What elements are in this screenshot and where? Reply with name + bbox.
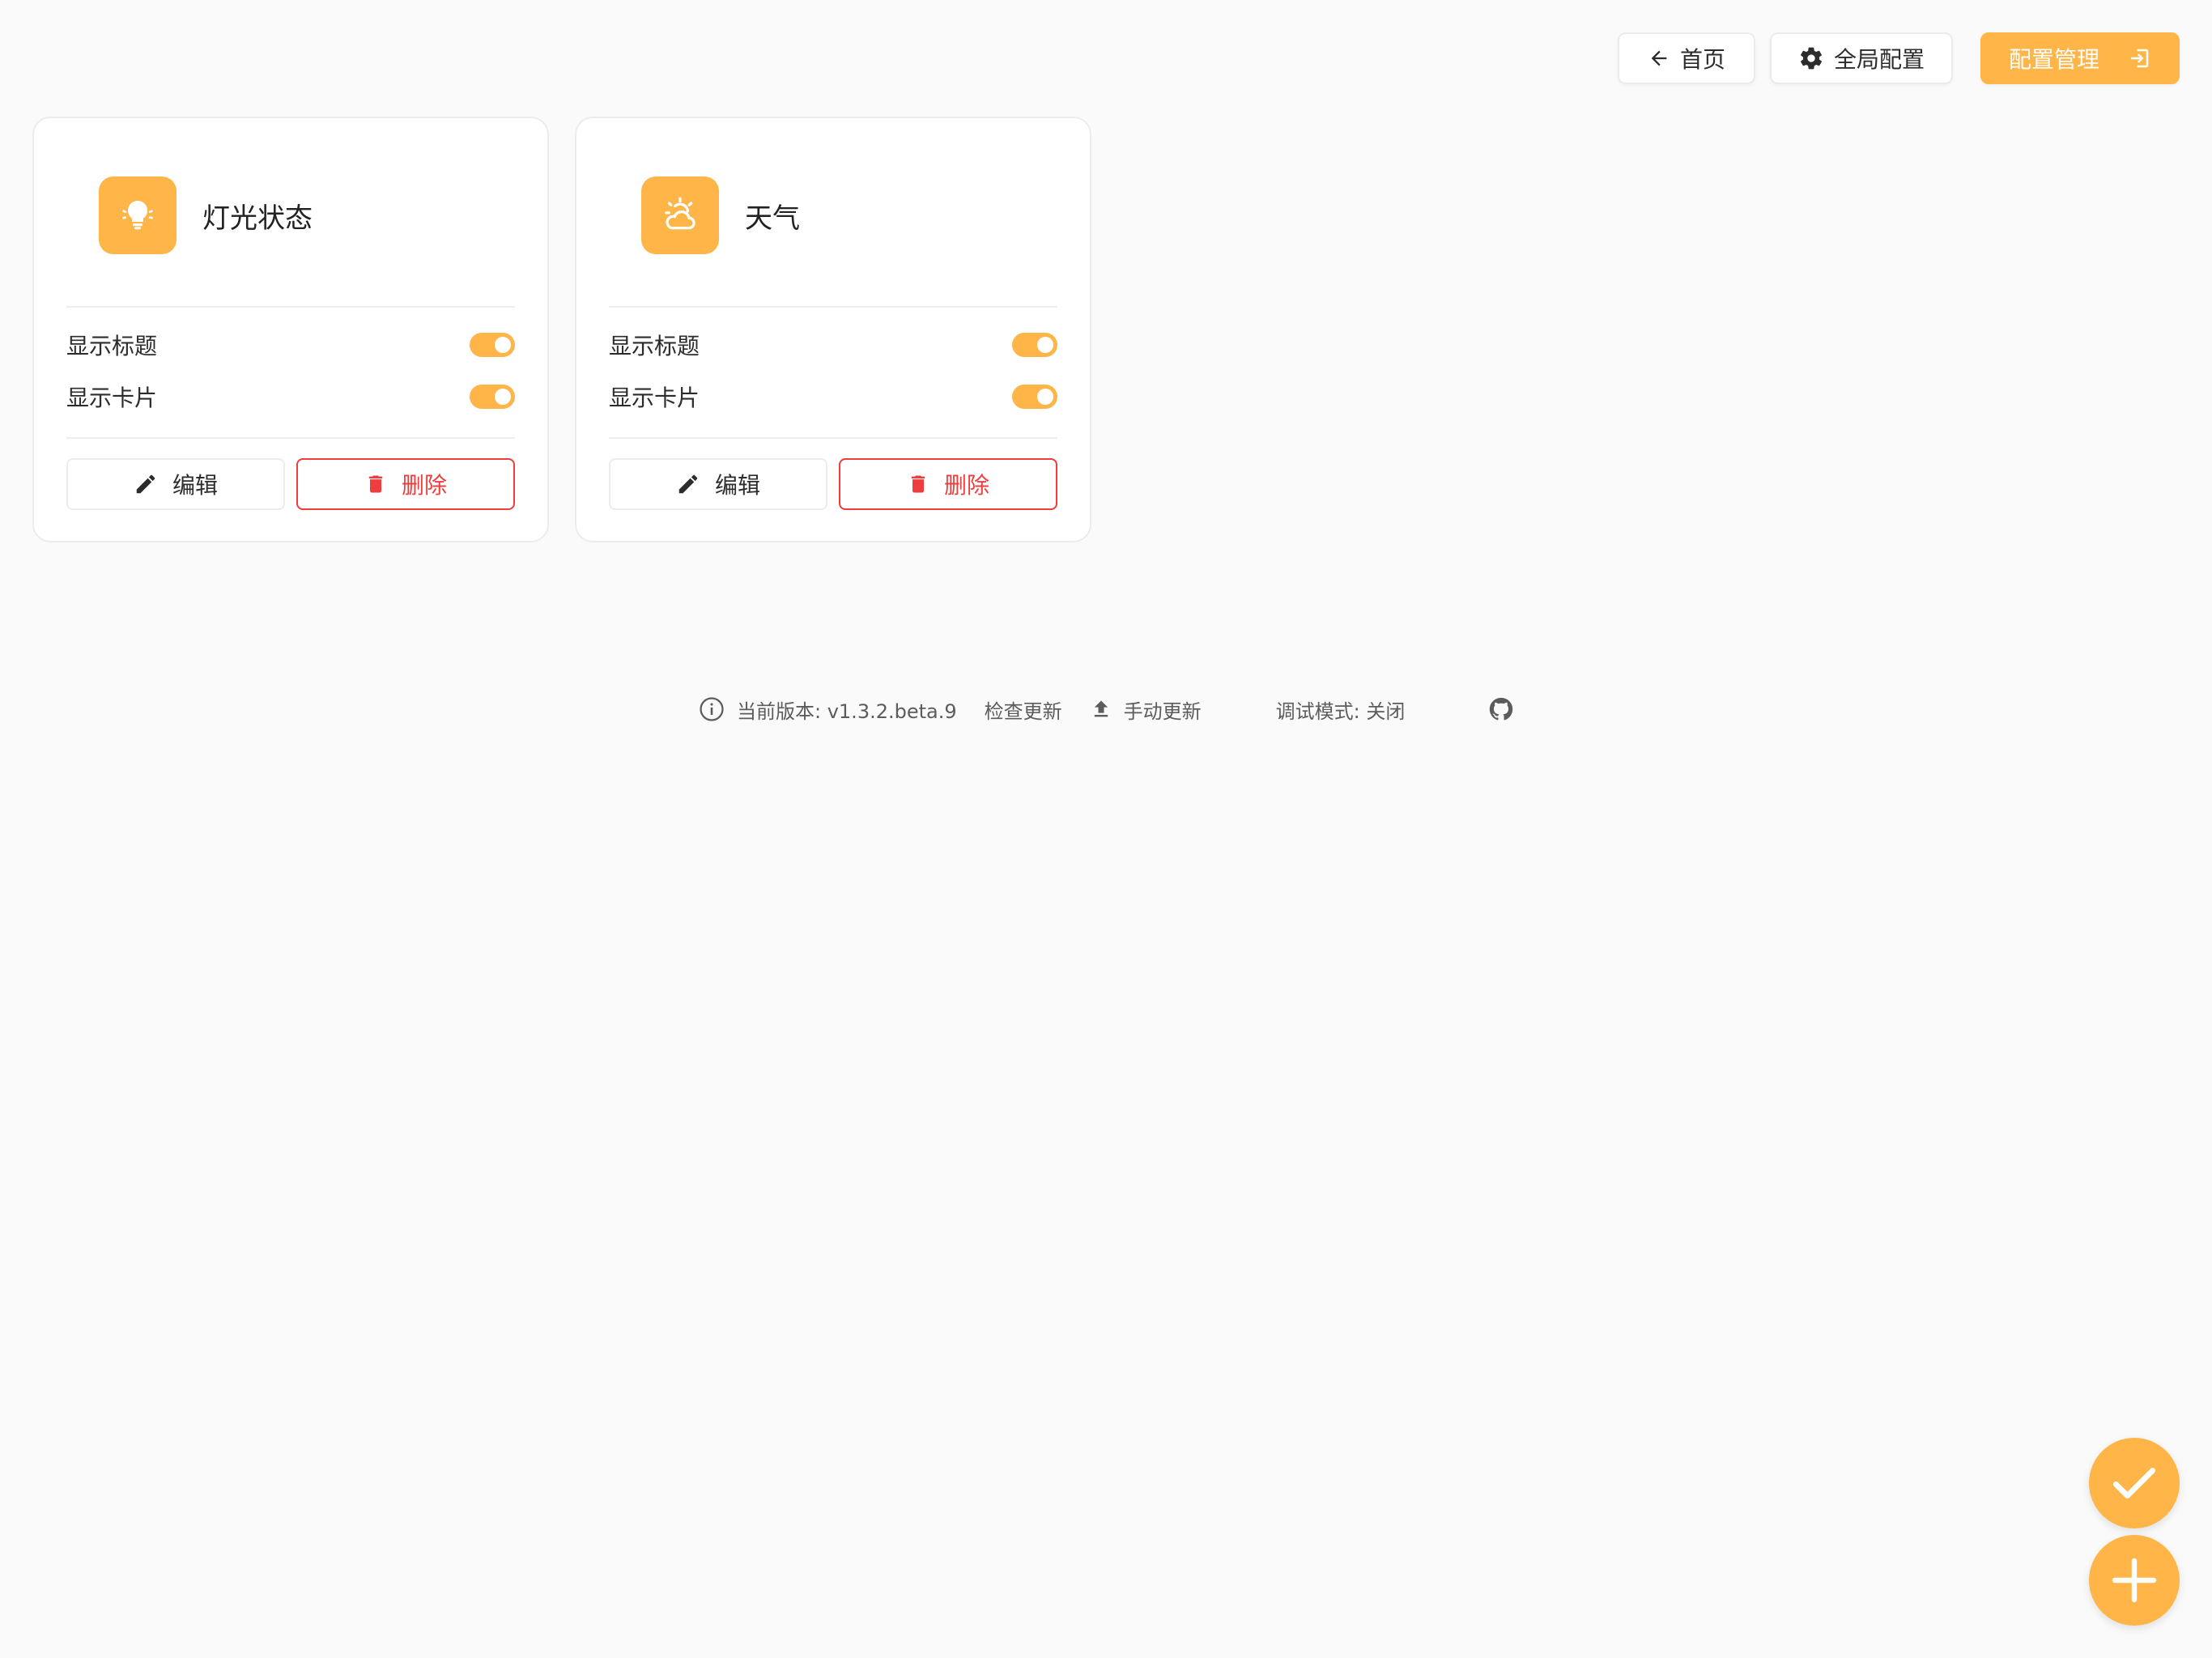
global-config-button-label: 全局配置 bbox=[1833, 46, 1925, 73]
delete-button[interactable]: 删除 bbox=[296, 458, 515, 510]
setting-row-show-card: 显示卡片 bbox=[609, 377, 1057, 416]
divider bbox=[609, 437, 1057, 439]
save-fab[interactable] bbox=[2089, 1438, 2180, 1528]
card-weather: 天气 显示标题 显示卡片 编辑 删除 bbox=[575, 117, 1091, 542]
card-header: 天气 bbox=[641, 176, 800, 254]
card-list: 灯光状态 显示标题 显示卡片 编辑 删除 天气 显示标题 显示卡片 编辑 删除 bbox=[32, 117, 1117, 542]
check-icon bbox=[2112, 1468, 2156, 1499]
home-button[interactable]: 首页 bbox=[1618, 32, 1755, 84]
card-actions: 编辑 删除 bbox=[609, 458, 1057, 510]
info-icon bbox=[700, 697, 724, 721]
setting-row-show-title: 显示标题 bbox=[66, 325, 515, 364]
plus-icon bbox=[2112, 1558, 2157, 1603]
debug-mode-toggle[interactable]: 调试模式: 关闭 bbox=[1276, 695, 1406, 724]
divider bbox=[66, 437, 515, 439]
card-light-status: 灯光状态 显示标题 显示卡片 编辑 删除 bbox=[32, 117, 549, 542]
version-info: 当前版本: v1.3.2.beta.9 bbox=[698, 695, 957, 724]
check-update-link[interactable]: 检查更新 bbox=[985, 695, 1062, 724]
add-card-fab[interactable] bbox=[2089, 1535, 2180, 1626]
version-text: 当前版本: v1.3.2.beta.9 bbox=[737, 699, 957, 723]
edit-button-label: 编辑 bbox=[714, 472, 760, 499]
setting-row-show-card: 显示卡片 bbox=[66, 377, 515, 416]
show-title-toggle[interactable] bbox=[470, 333, 515, 357]
card-header: 灯光状态 bbox=[99, 176, 313, 254]
github-link[interactable] bbox=[1487, 695, 1526, 723]
pencil-icon bbox=[136, 474, 155, 494]
edit-button[interactable]: 编辑 bbox=[609, 458, 827, 510]
check-update-label: 检查更新 bbox=[984, 699, 1062, 723]
arrow-left-icon bbox=[1651, 50, 1667, 66]
delete-button[interactable]: 删除 bbox=[839, 458, 1057, 510]
github-icon bbox=[1490, 697, 1513, 721]
card-title: 灯光状态 bbox=[202, 202, 313, 235]
trash-icon bbox=[368, 475, 383, 493]
weather-icon bbox=[641, 176, 719, 254]
delete-button-label: 删除 bbox=[401, 472, 447, 499]
trash-icon bbox=[911, 475, 925, 493]
pencil-icon bbox=[678, 474, 698, 494]
config-manage-button[interactable]: 配置管理 bbox=[1980, 32, 2180, 84]
setting-label: 显示卡片 bbox=[66, 385, 158, 411]
manual-update-label: 手动更新 bbox=[1123, 699, 1202, 723]
edit-button[interactable]: 编辑 bbox=[66, 458, 285, 510]
lightbulb-icon bbox=[99, 176, 177, 254]
upload-icon bbox=[1094, 700, 1108, 717]
show-card-toggle[interactable] bbox=[470, 385, 515, 409]
setting-label: 显示标题 bbox=[609, 333, 700, 359]
card-title: 天气 bbox=[745, 202, 800, 235]
debug-mode-text: 调试模式: 关闭 bbox=[1275, 699, 1406, 723]
footer-bar: 当前版本: v1.3.2.beta.9 检查更新 手动更新 调试模式: 关闭 bbox=[698, 693, 1526, 725]
global-config-button[interactable]: 全局配置 bbox=[1770, 32, 1953, 84]
setting-row-show-title: 显示标题 bbox=[609, 325, 1057, 364]
divider bbox=[609, 306, 1057, 308]
card-actions: 编辑 删除 bbox=[66, 458, 515, 510]
import-icon bbox=[2131, 49, 2149, 68]
manual-update-link[interactable]: 手动更新 bbox=[1090, 695, 1202, 724]
delete-button-label: 删除 bbox=[943, 472, 989, 499]
top-toolbar: 首页 全局配置 配置管理 bbox=[1603, 32, 2180, 84]
setting-label: 显示标题 bbox=[66, 333, 158, 359]
config-manage-button-label: 配置管理 bbox=[2008, 46, 2099, 73]
gear-icon bbox=[1801, 47, 1822, 70]
show-card-toggle[interactable] bbox=[1012, 385, 1057, 409]
edit-button-label: 编辑 bbox=[172, 472, 218, 499]
divider bbox=[66, 306, 515, 308]
show-title-toggle[interactable] bbox=[1012, 333, 1057, 357]
home-button-label: 首页 bbox=[1679, 46, 1725, 73]
setting-label: 显示卡片 bbox=[609, 385, 700, 411]
